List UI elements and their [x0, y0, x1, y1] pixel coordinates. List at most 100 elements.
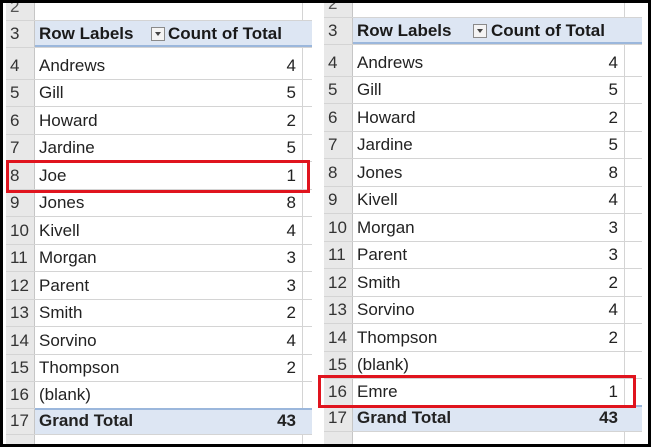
row-number[interactable]: 15 [6, 355, 34, 381]
row-number[interactable]: 8 [324, 160, 352, 186]
count-cell[interactable]: 2 [287, 300, 296, 326]
count-cell[interactable]: 4 [287, 53, 296, 79]
row-label-cell[interactable]: Jones [357, 160, 402, 186]
row-number[interactable]: 12 [6, 273, 34, 299]
count-cell[interactable]: 3 [609, 215, 618, 241]
pivot-row: 14 Sorvino 4 [6, 328, 312, 355]
row-label-cell[interactable]: Kivell [357, 187, 398, 213]
row-number[interactable]: 12 [324, 270, 352, 296]
count-cell[interactable]: 5 [609, 132, 618, 158]
row-number[interactable]: 2 [324, 3, 352, 17]
count-cell[interactable]: 2 [609, 325, 618, 351]
pivot-row: 12 Smith 2 [324, 270, 642, 297]
count-cell[interactable]: 5 [609, 77, 618, 103]
row-label-cell[interactable]: Parent [39, 273, 89, 299]
grand-total-label[interactable]: Grand Total [39, 408, 133, 434]
row-label-cell[interactable]: (blank) [39, 382, 91, 408]
pivot-row: 11 Parent 3 [324, 242, 642, 270]
count-cell[interactable]: 2 [609, 270, 618, 296]
row-label-cell[interactable]: Kivell [39, 218, 80, 244]
row-label-cell[interactable]: Parent [357, 242, 407, 268]
count-cell[interactable]: 5 [287, 135, 296, 161]
row-number[interactable]: 4 [6, 53, 34, 79]
row-label-cell[interactable]: Sorvino [357, 297, 415, 323]
row-number[interactable]: 11 [324, 242, 352, 268]
count-cell[interactable]: 4 [609, 297, 618, 323]
grand-total-row: 17 Grand Total 43 [324, 405, 642, 432]
row-number[interactable]: 7 [324, 132, 352, 158]
count-cell[interactable]: 3 [609, 242, 618, 268]
count-cell[interactable]: 4 [287, 218, 296, 244]
count-of-total-header[interactable]: Count of Total [168, 21, 282, 47]
pivot-row: 5 Gill 5 [324, 77, 642, 105]
pivot-row: 9 Kivell 4 [324, 187, 642, 215]
row-label-cell[interactable]: Sorvino [39, 328, 97, 354]
grand-total-label[interactable]: Grand Total [357, 405, 451, 431]
count-cell[interactable]: 2 [287, 108, 296, 134]
count-cell[interactable]: 2 [609, 105, 618, 131]
row-number[interactable]: 3 [324, 18, 352, 44]
row-number[interactable]: 6 [6, 108, 34, 134]
grand-total-value[interactable]: 43 [599, 405, 618, 431]
pivot-row: 4 Andrews 4 [324, 50, 642, 77]
pivot-row: 6 Howard 2 [324, 105, 642, 132]
left-pivot-table: 2 3 Row Labels Count of Total 4 Andrews 4 5… [6, 3, 312, 444]
row-number[interactable]: 9 [6, 190, 34, 216]
row-number[interactable]: 2 [6, 3, 34, 20]
row-number[interactable]: 17 [324, 405, 352, 431]
row-number[interactable]: 3 [6, 21, 34, 47]
row-label-cell[interactable]: Howard [357, 105, 416, 131]
count-cell[interactable]: 4 [609, 187, 618, 213]
count-cell[interactable]: 3 [287, 245, 296, 271]
row-number[interactable]: 10 [324, 215, 352, 241]
count-cell[interactable]: 8 [609, 160, 618, 186]
row-number[interactable]: 16 [6, 382, 34, 408]
filter-dropdown-icon[interactable] [473, 24, 487, 38]
filter-dropdown-icon[interactable] [151, 27, 165, 41]
count-cell[interactable]: 8 [287, 190, 296, 216]
row-label-cell[interactable]: Jardine [39, 135, 95, 161]
row-number[interactable]: 11 [6, 245, 34, 271]
row-number[interactable]: 13 [6, 300, 34, 326]
row-label-cell[interactable]: Andrews [357, 50, 423, 76]
row-label-cell[interactable]: Morgan [357, 215, 415, 241]
pivot-row: 7 Jardine 5 [324, 132, 642, 160]
row-label-cell[interactable]: Morgan [39, 245, 97, 271]
row-number[interactable]: 7 [6, 135, 34, 161]
count-cell[interactable]: 4 [287, 328, 296, 354]
row-label-cell[interactable]: Jardine [357, 132, 413, 158]
row-number[interactable]: 14 [324, 325, 352, 351]
row-label-cell[interactable]: Thompson [39, 355, 119, 381]
pivot-row: 4 Andrews 4 [6, 53, 312, 80]
row-label-cell[interactable]: Howard [39, 108, 98, 134]
row-number[interactable]: 4 [324, 50, 352, 76]
row-number[interactable]: 10 [6, 218, 34, 244]
row-label-cell[interactable]: Gill [357, 77, 382, 103]
row-number[interactable]: 9 [324, 187, 352, 213]
count-cell[interactable]: 2 [287, 355, 296, 381]
row-label-cell[interactable]: Jones [39, 190, 84, 216]
row-number[interactable]: 5 [324, 77, 352, 103]
count-of-total-header[interactable]: Count of Total [491, 18, 605, 44]
row-label-cell[interactable]: Gill [39, 80, 64, 106]
row-labels-header[interactable]: Row Labels [39, 21, 133, 47]
sheet-row: 2 [324, 3, 642, 18]
pivot-row: 7 Jardine 5 [6, 135, 312, 163]
row-label-cell[interactable]: Thompson [357, 325, 437, 351]
row-label-cell[interactable]: Andrews [39, 53, 105, 79]
row-labels-header[interactable]: Row Labels [357, 18, 451, 44]
row-number[interactable]: 6 [324, 105, 352, 131]
count-cell[interactable]: 3 [287, 273, 296, 299]
row-number[interactable]: 14 [6, 328, 34, 354]
pivot-row: 8 Jones 8 [324, 160, 642, 187]
row-label-cell[interactable]: Smith [39, 300, 82, 326]
pivot-row: 16 (blank) [6, 382, 312, 410]
row-number[interactable]: 5 [6, 80, 34, 106]
grand-total-value[interactable]: 43 [277, 408, 296, 434]
count-cell[interactable]: 4 [609, 50, 618, 76]
row-number[interactable]: 13 [324, 297, 352, 323]
row-label-cell[interactable]: Smith [357, 270, 400, 296]
window-edge [642, 3, 648, 444]
row-number[interactable]: 17 [6, 408, 34, 434]
count-cell[interactable]: 5 [287, 80, 296, 106]
